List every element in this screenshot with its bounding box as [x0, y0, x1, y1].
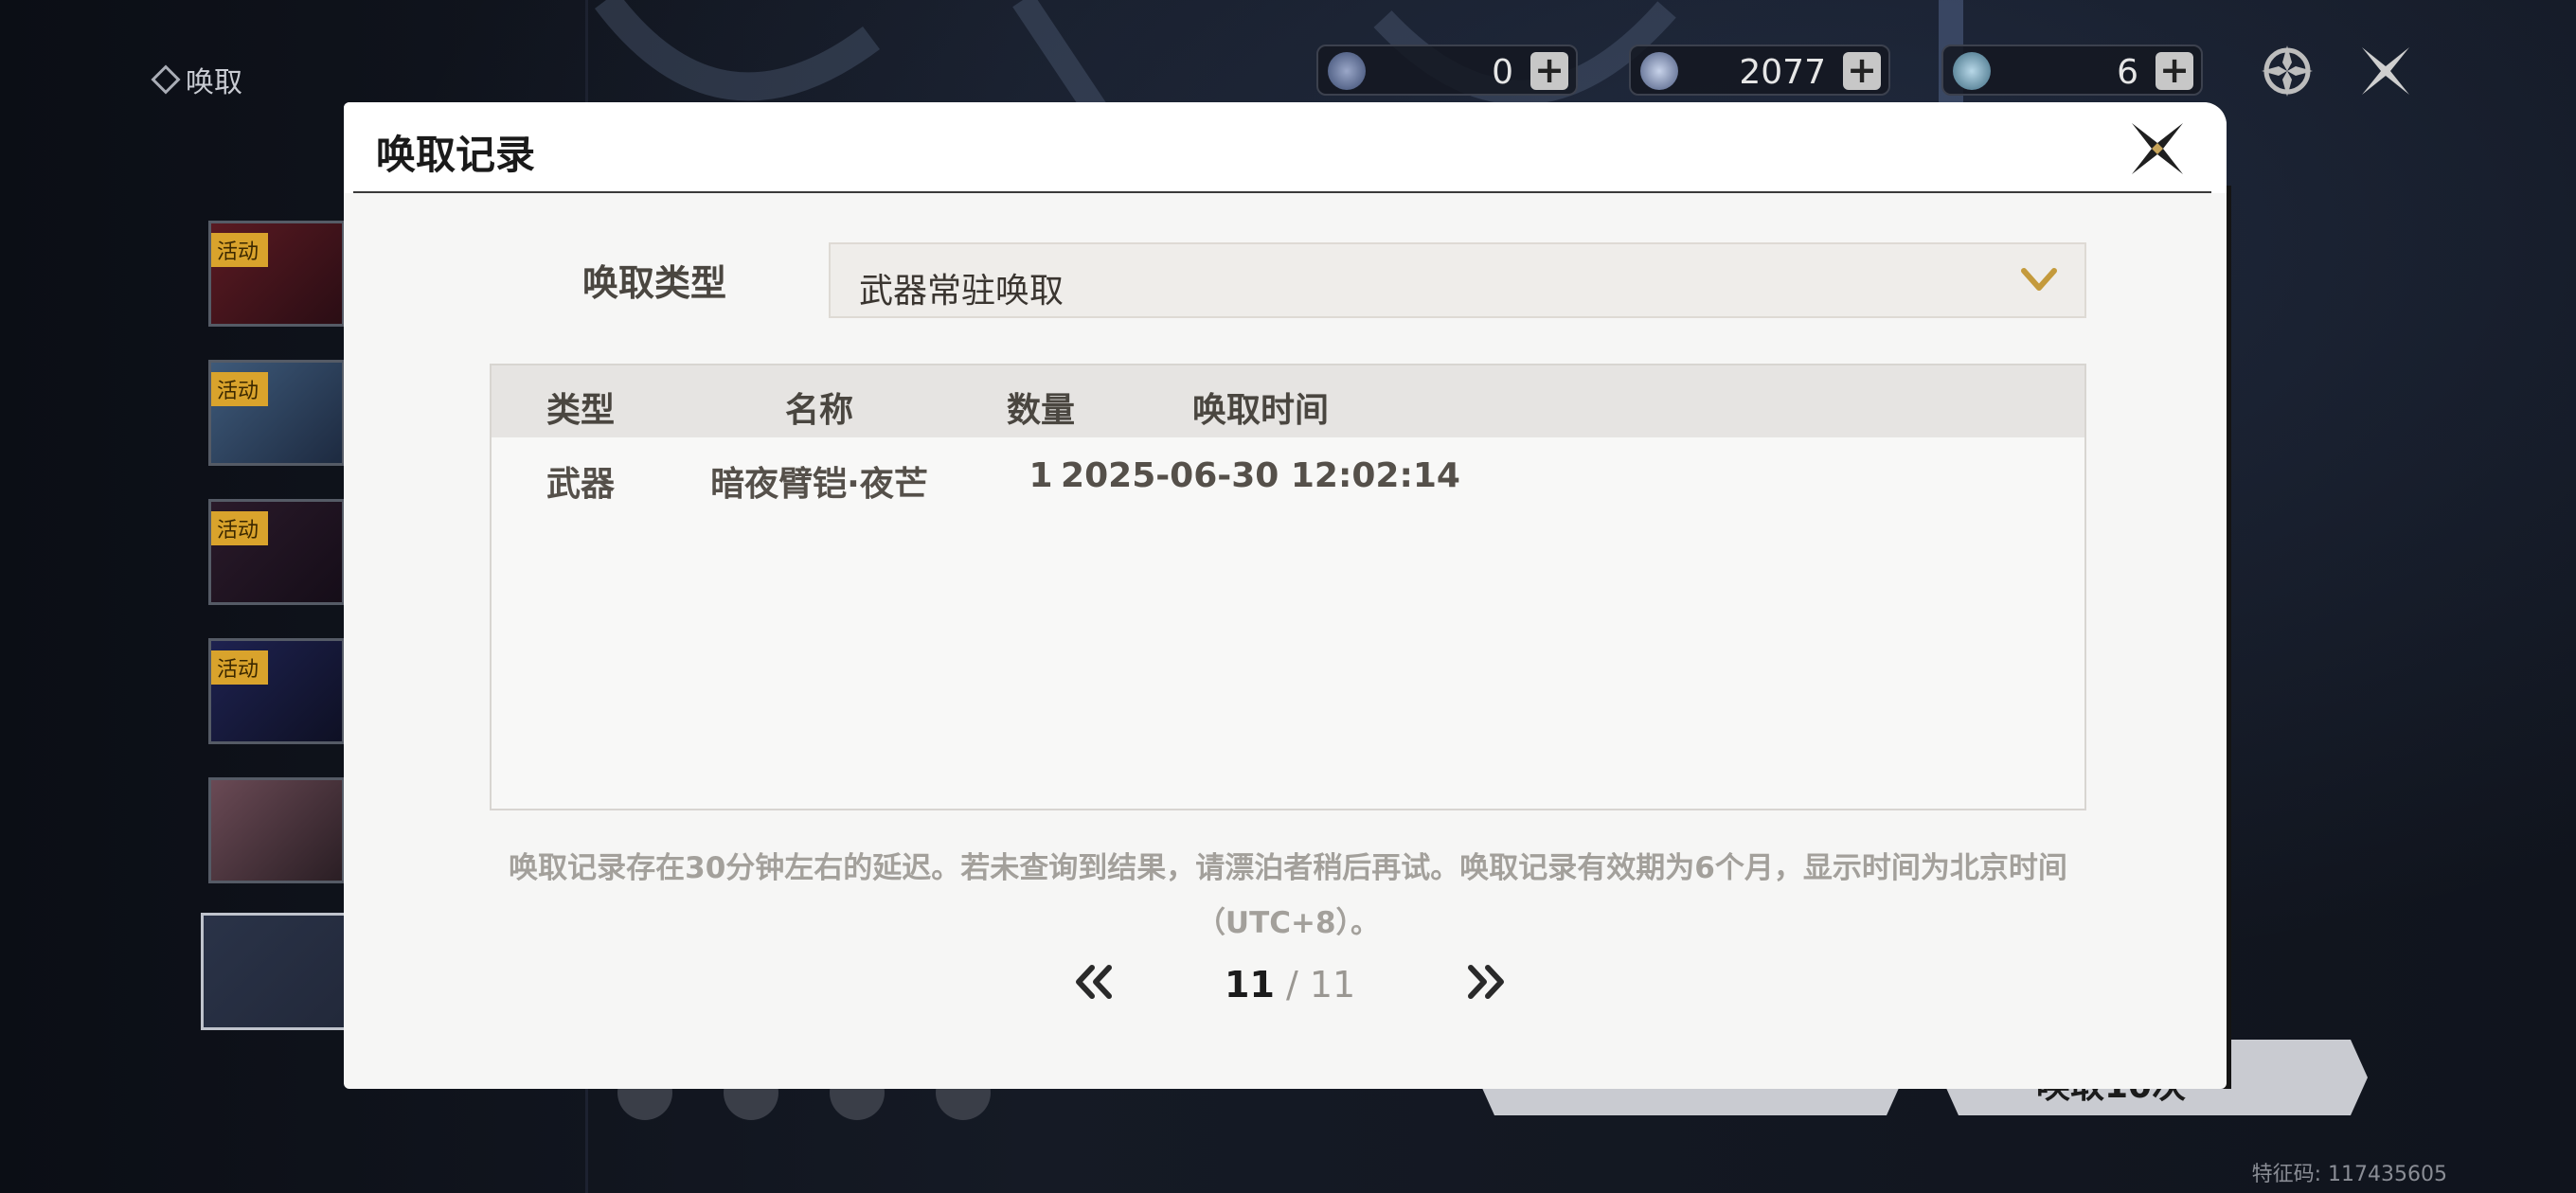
feature-code: 特征码: 117435605: [2251, 1163, 2447, 1186]
column-header-time: 唤取时间: [1191, 391, 1330, 430]
banner-item[interactable]: 活动: [208, 360, 345, 466]
add-astrite-button[interactable]: +: [1843, 52, 1881, 90]
column-header-count: 数量: [1006, 391, 1076, 430]
event-tag: 活动: [211, 650, 269, 685]
record-dialog: 唤取记录 唤取类型 武器常驻唤取 类型 名称 数量 唤取时间 武器 暗夜臂铠·夜…: [344, 102, 2227, 1089]
table-header: 类型 名称 数量 唤取时间: [492, 365, 2084, 437]
settings-icon[interactable]: [2258, 42, 2317, 100]
record-table: 类型 名称 数量 唤取时间 武器 暗夜臂铠·夜芒 1 2025-06-30 12…: [490, 364, 2086, 810]
astrite-icon: [1640, 52, 1678, 90]
dialog-title: 唤取记录: [376, 132, 536, 178]
cell-time: 2025-06-30 12:02:14: [1061, 456, 1460, 495]
cell-name: 暗夜臂铠·夜芒: [710, 465, 928, 504]
gacha-header: 唤取: [151, 59, 242, 100]
gacha-icon: [151, 64, 181, 95]
currency-value: 0: [1492, 53, 1513, 92]
cell-type: 武器: [546, 465, 616, 504]
cell-count: 1: [1029, 456, 1053, 495]
add-radiant-tide-button[interactable]: +: [2156, 52, 2193, 90]
currency-value: 6: [2117, 53, 2138, 92]
banner-item[interactable]: 活动: [208, 499, 345, 605]
select-value: 武器常驻唤取: [859, 272, 1064, 311]
delay-notice: 唤取记录存在30分钟左右的延迟。若未查询到结果，请漂泊者稍后再试。唤取记录有效期…: [509, 851, 2067, 940]
column-header-name: 名称: [784, 391, 854, 430]
event-tag: 活动: [211, 511, 269, 545]
add-lustrous-tide-button[interactable]: +: [1530, 52, 1568, 90]
radiant-tide-icon: [1953, 52, 1991, 90]
prev-page-icon[interactable]: [1071, 962, 1118, 1002]
currency-lustrous-tide: 0 +: [1316, 45, 1578, 96]
next-page-icon[interactable]: [1461, 962, 1509, 1002]
exit-icon[interactable]: [2356, 42, 2415, 100]
chevron-down-icon: [2021, 268, 2057, 291]
event-tag: 活动: [211, 372, 269, 406]
current-page: 11: [1225, 964, 1275, 1006]
type-label: 唤取类型: [582, 262, 727, 304]
banner-item[interactable]: [208, 777, 345, 883]
total-pages: 11: [1309, 964, 1356, 1006]
currency-value: 2077: [1739, 53, 1826, 92]
dialog-header: [344, 102, 2227, 193]
gacha-title: 唤取: [186, 66, 242, 99]
currency-radiant-tide: 6 +: [1941, 45, 2203, 96]
event-tag: 活动: [211, 233, 269, 267]
header-divider: [353, 191, 2211, 193]
lustrous-tide-icon: [1328, 52, 1366, 90]
record-type-select[interactable]: 武器常驻唤取: [829, 242, 2086, 318]
close-icon[interactable]: [2128, 119, 2187, 178]
page-separator: /: [1274, 964, 1310, 1006]
banner-item[interactable]: 活动: [208, 638, 345, 744]
banner-item[interactable]: 活动: [208, 221, 345, 327]
page-indicator: 11 / 11: [1225, 964, 1355, 1006]
column-header-type: 类型: [546, 391, 616, 430]
currency-astrite: 2077 +: [1629, 45, 1890, 96]
